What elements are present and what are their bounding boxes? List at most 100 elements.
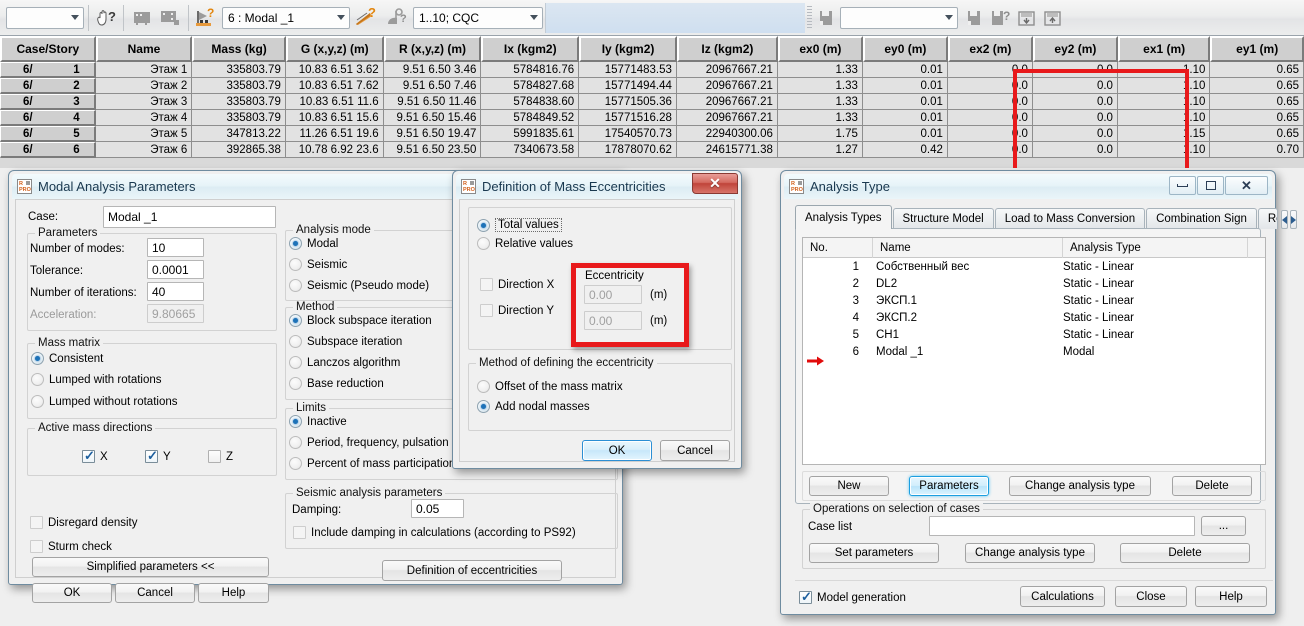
cell-ey1[interactable]: 0.65 — [1210, 94, 1304, 110]
load-question-icon[interactable]: ? — [385, 5, 411, 31]
list-item[interactable]: 5 CH1 Static - Linear — [803, 326, 1265, 343]
modal-cancel-button[interactable]: Cancel — [115, 583, 195, 603]
col-ex0[interactable]: ex0 (m) — [777, 36, 863, 62]
analysis-mode-modal-radio[interactable]: Modal — [289, 237, 338, 250]
col-ex1[interactable]: ex1 (m) — [1117, 36, 1211, 62]
list-item[interactable]: 1 Собственный вес Static - Linear — [803, 258, 1265, 275]
cell-iz[interactable]: 24615771.38 — [676, 142, 778, 158]
add-nodal-masses-radio[interactable]: Add nodal masses — [477, 400, 590, 413]
cell-ex1[interactable]: 1.10 — [1117, 94, 1211, 110]
cell-ey0[interactable]: 0.01 — [862, 126, 948, 142]
panel-icon[interactable] — [128, 5, 156, 31]
limits-inactive-radio[interactable]: Inactive — [289, 415, 347, 428]
table-row[interactable]: 6/6 Этаж 6 392865.38 10.78 6.92 23.6 9.51 6.… — [0, 142, 1304, 158]
cell-name[interactable]: Этаж 4 — [95, 110, 193, 126]
table-row[interactable]: 6/3 Этаж 3 335803.79 10.83 6.51 11.6 9.51 6.… — [0, 94, 1304, 110]
results-table-container[interactable]: Case/Story Name Mass (kg) G (x,y,z) (m) … — [0, 36, 1304, 168]
method-block-subspace-radio[interactable]: Block subspace iteration — [289, 314, 432, 327]
modal-help-button[interactable]: Help — [198, 583, 269, 603]
cell-g[interactable]: 11.26 6.51 19.6 — [285, 126, 384, 142]
row-header-case-story[interactable]: 6/3 — [0, 94, 96, 110]
col-ix[interactable]: Ix (kgm2) — [481, 36, 580, 62]
offset-mass-matrix-radio[interactable]: Offset of the mass matrix — [477, 380, 623, 393]
structure-question-icon[interactable]: ? — [193, 5, 219, 31]
table-row[interactable]: 6/5 Этаж 5 347813.22 11.26 6.51 19.6 9.51 6.… — [0, 126, 1304, 142]
list-col-no[interactable]: No. — [803, 238, 873, 258]
col-ex2[interactable]: ex2 (m) — [947, 36, 1033, 62]
cell-mass[interactable]: 347813.22 — [192, 126, 286, 142]
relative-values-radio[interactable]: Relative values — [477, 237, 573, 250]
cell-iz[interactable]: 20967667.21 — [676, 78, 778, 94]
save2-icon[interactable] — [962, 5, 988, 31]
cell-mass[interactable]: 335803.79 — [192, 94, 286, 110]
tab-scroll-left-button[interactable] — [1280, 210, 1288, 229]
tab-scroll-right-button[interactable] — [1289, 210, 1297, 229]
cell-ex2[interactable]: 0.0 — [947, 142, 1033, 158]
active-mass-z-checkbox[interactable]: Z — [208, 450, 233, 463]
calculations-button[interactable]: Calculations — [1020, 586, 1105, 607]
cell-ex0[interactable]: 1.27 — [777, 142, 863, 158]
cell-ey1[interactable]: 0.65 — [1210, 62, 1304, 78]
cell-ex1[interactable]: 1.15 — [1117, 126, 1211, 142]
cell-g[interactable]: 10.83 6.51 7.62 — [285, 78, 384, 94]
tolerance-input[interactable]: 0.0001 — [147, 260, 204, 279]
cell-ey1[interactable]: 0.70 — [1210, 142, 1304, 158]
cell-g[interactable]: 10.83 6.51 15.6 — [285, 110, 384, 126]
panel-dots-icon[interactable] — [156, 5, 184, 31]
set-parameters-button[interactable]: Set parameters — [809, 543, 939, 563]
case-list-browse-button[interactable]: ... — [1201, 516, 1246, 536]
method-lanczos-radio[interactable]: Lanczos algorithm — [289, 356, 400, 369]
cell-ex2[interactable]: 0.0 — [947, 62, 1033, 78]
cell-mass[interactable]: 392865.38 — [192, 142, 286, 158]
col-iz[interactable]: Iz (kgm2) — [676, 36, 778, 62]
new-button[interactable]: New — [809, 476, 889, 496]
case-input[interactable]: Modal _1 — [103, 206, 276, 228]
include-damping-checkbox[interactable]: Include damping in calculations (accordi… — [293, 526, 576, 539]
col-r[interactable]: R (x,y,z) (m) — [383, 36, 482, 62]
cell-name[interactable]: Этаж 5 — [95, 126, 193, 142]
col-ey1[interactable]: ey1 (m) — [1210, 36, 1304, 62]
cell-ey1[interactable]: 0.65 — [1210, 110, 1304, 126]
cell-ix[interactable]: 7340673.58 — [481, 142, 580, 158]
tab-structure-model[interactable]: Structure Model — [892, 208, 994, 229]
col-iy[interactable]: Iy (kgm2) — [579, 36, 677, 62]
cell-ey2[interactable]: 0.0 — [1032, 94, 1118, 110]
mass-matrix-lumped-norot-radio[interactable]: Lumped without rotations — [31, 395, 178, 408]
case-combo[interactable]: 6 : Modal _1 — [222, 6, 350, 29]
cell-ex2[interactable]: 0.0 — [947, 110, 1033, 126]
cell-ey2[interactable]: 0.0 — [1032, 142, 1118, 158]
cell-iz[interactable]: 22940300.06 — [676, 126, 778, 142]
active-mass-x-checkbox[interactable]: X — [82, 448, 108, 463]
tab-analysis-types[interactable]: Analysis Types — [795, 205, 892, 229]
help-question-icon[interactable]: ? — [988, 5, 1014, 31]
surface-question-icon[interactable]: ? — [354, 5, 380, 31]
disregard-density-checkbox[interactable]: Disregard density — [30, 516, 137, 529]
cell-ix[interactable]: 5784838.60 — [481, 94, 580, 110]
ecc-ok-button[interactable]: OK — [582, 440, 652, 461]
cell-ey2[interactable]: 0.0 — [1032, 110, 1118, 126]
cell-iz[interactable]: 20967667.21 — [676, 94, 778, 110]
hand-question-icon[interactable]: ? — [93, 5, 119, 31]
cell-r[interactable]: 9.51 6.50 11.46 — [383, 94, 482, 110]
cell-iz[interactable]: 20967667.21 — [676, 110, 778, 126]
cell-ex2[interactable]: 0.0 — [947, 94, 1033, 110]
analysis-mode-pseudo-radio[interactable]: Seismic (Pseudo mode) — [289, 279, 429, 292]
help-button[interactable]: Help — [1195, 586, 1267, 607]
col-ey2[interactable]: ey2 (m) — [1032, 36, 1118, 62]
cell-ey1[interactable]: 0.65 — [1210, 126, 1304, 142]
cell-g[interactable]: 10.83 6.51 11.6 — [285, 94, 384, 110]
analysis-cases-listbox[interactable]: No. Name Analysis Type 1 Собственный вес S… — [802, 237, 1266, 465]
list-item[interactable]: 4 ЭКСП.2 Static - Linear — [803, 309, 1265, 326]
cell-ex0[interactable]: 1.33 — [777, 78, 863, 94]
cell-ix[interactable]: 5784849.52 — [481, 110, 580, 126]
model-generation-checkbox[interactable]: Model generation — [799, 589, 906, 604]
right-selection-combo[interactable] — [840, 6, 958, 29]
cell-g[interactable]: 10.83 6.51 3.62 — [285, 62, 384, 78]
cell-r[interactable]: 9.51 6.50 15.46 — [383, 110, 482, 126]
list-item[interactable]: 2 DL2 Static - Linear — [803, 275, 1265, 292]
direction-x-checkbox[interactable]: Direction X — [480, 278, 554, 291]
cell-ex1[interactable]: 1.10 — [1117, 78, 1211, 94]
col-g[interactable]: G (x,y,z) (m) — [285, 36, 384, 62]
change-analysis-type-button[interactable]: Change analysis type — [1009, 476, 1151, 496]
mass-matrix-lumped-rot-radio[interactable]: Lumped with rotations — [31, 373, 162, 386]
